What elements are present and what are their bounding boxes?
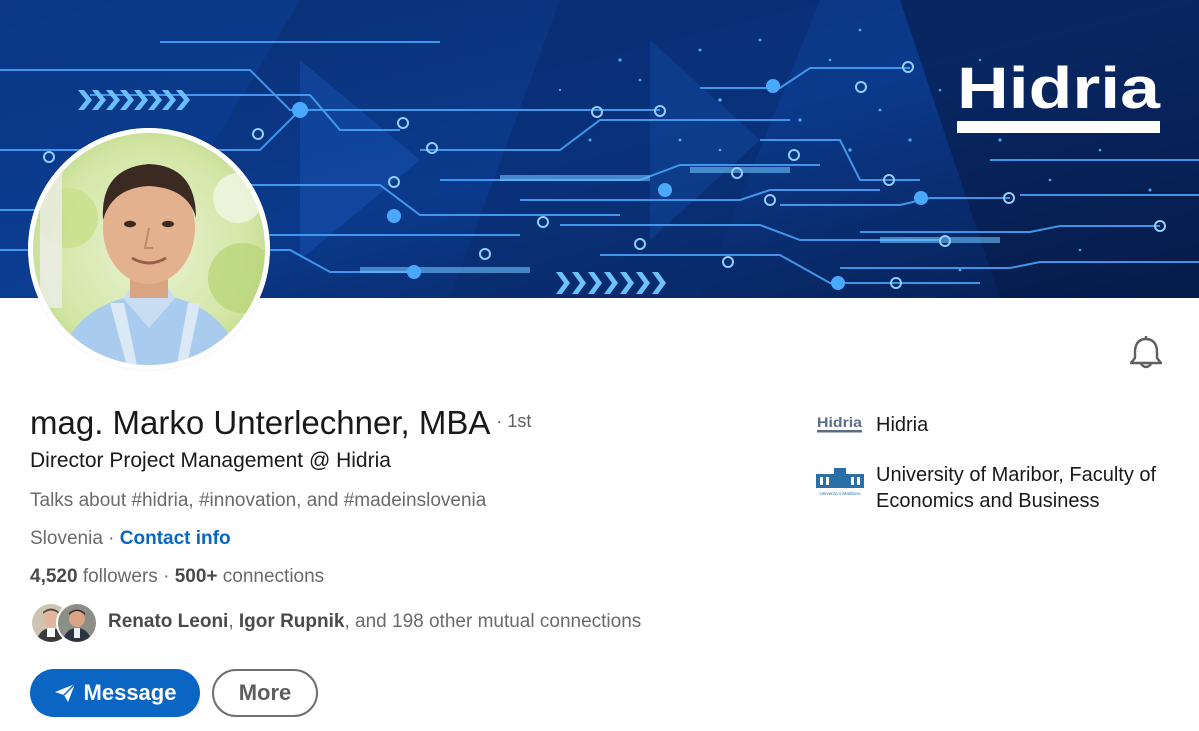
mutual-rest: , and 198 other mutual connections (344, 611, 642, 632)
paper-plane-icon (54, 683, 76, 702)
profile-page: Hidria mag. Marko Unterlechner, MBA · 1s… (0, 0, 1199, 731)
mutual-connections-text: Renato Leoni, Igor Rupnik, and 198 other… (108, 611, 641, 633)
education-name: University of Maribor, Faculty of Econom… (876, 464, 1157, 512)
location-row: Slovenia · Contact info (30, 528, 231, 550)
location-separator: · (102, 528, 120, 549)
followers-label: followers (82, 566, 158, 587)
education[interactable]: Univerza v Mariboru University of Maribo… (816, 462, 1176, 514)
talks-about: Talks about #hidria, #innovation, and #m… (30, 490, 487, 511)
university-logo: Univerza v Mariboru (816, 462, 864, 500)
connections-count[interactable]: 500+ (175, 566, 218, 587)
connection-degree: · 1st (496, 411, 532, 431)
company-name: Hidria (876, 414, 929, 436)
hidria-banner-logo-text: Hidria (957, 56, 1161, 121)
follower-stats: 4,520 followers · 500+ connections (30, 566, 324, 588)
bell-icon[interactable] (1126, 335, 1166, 371)
mutual-person-2: Igor Rupnik (238, 611, 345, 632)
stats-separator: · (163, 566, 175, 587)
profile-headline: Director Project Management @ Hidria (30, 449, 391, 472)
mutual-person-1: Renato Leoni (108, 611, 229, 632)
location: Slovenia (30, 528, 103, 549)
university-logo-text: Univerza v Mariboru (819, 491, 861, 496)
more-button[interactable]: More (212, 669, 318, 717)
hidria-banner-logo: Hidria (957, 56, 1161, 133)
connections-label[interactable]: connections (223, 566, 324, 587)
message-button-label: Message (83, 680, 177, 705)
hidria-company-logo: Hidria (816, 412, 864, 440)
followers-count: 4,520 (30, 566, 78, 587)
mutual-avatar (56, 602, 98, 644)
profile-photo[interactable] (28, 128, 270, 370)
name-row: mag. Marko Unterlechner, MBA · 1st (30, 404, 531, 442)
mutual-separator: , (228, 611, 239, 632)
message-button[interactable]: Message (30, 669, 200, 717)
profile-name: mag. Marko Unterlechner, MBA (30, 404, 491, 441)
hidria-logo-text: Hidria (817, 414, 862, 430)
mutual-avatars (30, 600, 100, 644)
contact-info-link[interactable]: Contact info (120, 528, 231, 549)
current-company[interactable]: Hidria Hidria (816, 412, 1176, 440)
